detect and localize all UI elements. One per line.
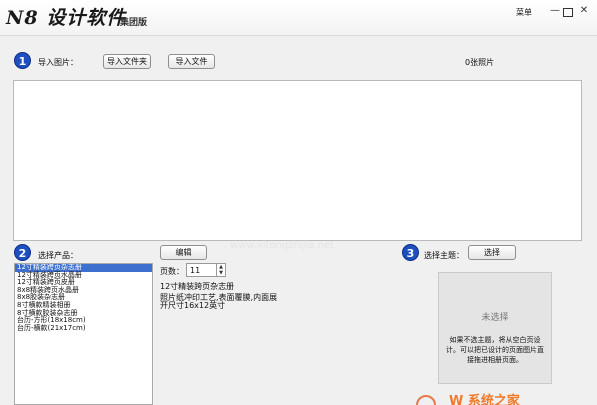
stepper-arrows[interactable]: ▲ ▼ xyxy=(216,264,225,276)
pages-value[interactable]: 11 xyxy=(190,266,200,275)
theme-description: 如果不选主题，将从空白页设计。可以把已设计的页面图片直接拖进相册页面。 xyxy=(446,336,544,364)
select-theme-label: 选择主题： xyxy=(424,251,464,260)
select-theme-button[interactable]: 选择 xyxy=(468,245,516,260)
product-description-line-2: 开尺寸16x12英寸 xyxy=(160,301,226,310)
theme-preview[interactable]: 未选择 如果不选主题，将从空白页设计。可以把已设计的页面图片直接拖进相册页面。 xyxy=(438,272,552,384)
chevron-down-icon[interactable]: ▼ xyxy=(217,270,225,276)
corner-logo-icon: W 系统之家 xyxy=(416,393,521,405)
import-folder-button[interactable]: 导入文件夹 xyxy=(103,54,151,69)
list-item[interactable]: 台历-横款(21x17cm) xyxy=(15,324,152,333)
edit-product-button[interactable]: 编辑 xyxy=(160,245,207,260)
step-2-badge: 2 xyxy=(14,244,31,261)
step-3-badge: 3 xyxy=(402,244,419,261)
corner-logo-text: W 系统之家 xyxy=(449,393,521,405)
photo-drop-area[interactable] xyxy=(13,80,582,241)
watermark: www.xitongzhijia.net xyxy=(230,240,334,251)
minimize-icon[interactable]: — xyxy=(549,6,561,17)
import-images-label: 导入图片： xyxy=(38,58,78,67)
close-icon[interactable]: ✕ xyxy=(578,6,590,17)
product-name: 12寸精装跨页杂志册 xyxy=(160,282,235,291)
menu-button[interactable]: 菜单 xyxy=(516,7,532,18)
corner-logo: W 系统之家 xyxy=(414,393,597,405)
product-list[interactable]: 12寸精装跨页杂志册 12寸精装跨页水晶册 12寸精装跨页皮册 8x8精装跨页水… xyxy=(14,263,153,405)
select-product-label: 选择产品： xyxy=(38,251,78,260)
title-bar: N8 设计软件 集团版 菜单 — ✕ xyxy=(0,0,597,36)
app-logo: N8 设计软件 xyxy=(6,7,127,29)
theme-none-label: 未选择 xyxy=(481,313,509,323)
maximize-icon[interactable] xyxy=(563,8,573,17)
step-1-badge: 1 xyxy=(14,52,31,69)
import-file-button[interactable]: 导入文件 xyxy=(168,54,215,69)
photo-count: 0张照片 xyxy=(465,58,495,67)
pages-label: 页数： xyxy=(160,267,184,276)
pages-stepper[interactable]: 11 ▲ ▼ xyxy=(186,263,226,277)
edition-label: 集团版 xyxy=(120,18,148,28)
